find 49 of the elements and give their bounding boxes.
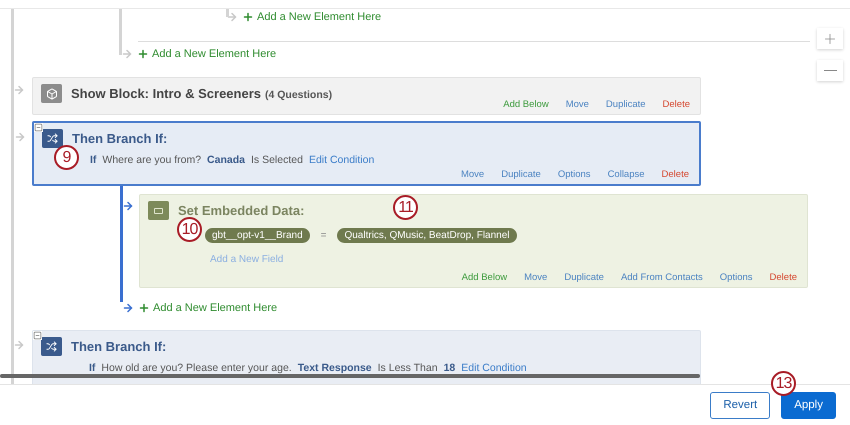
cube-icon [41,84,62,103]
action-link[interactable]: Options [558,169,591,180]
add-element-link[interactable]: Add a New Element Here [138,302,278,314]
edit-condition-link[interactable]: Edit Condition [308,154,374,166]
action-link[interactable]: Add From Contacts [620,272,703,283]
zoom-in-button[interactable] [817,28,843,49]
branch-condition: If Where are you from? Canada Is Selected Edit Condition [90,154,376,166]
minus-icon [824,70,836,72]
edit-condition-link[interactable]: Edit Condition [461,362,527,374]
action-link[interactable]: Duplicate [606,99,646,110]
collapse-toggle-icon[interactable] [33,331,42,340]
action-link[interactable]: Move [524,272,548,283]
action-link[interactable]: Collapse [608,169,645,180]
embedded-data-icon [148,201,169,220]
revert-button[interactable]: Revert [710,392,770,418]
add-below-link[interactable]: Add Below [503,99,549,110]
field-value-tag[interactable]: Qualtrics, QMusic, BeatDrop, Flannel [337,228,517,243]
collapse-toggle-icon[interactable] [34,123,43,132]
connector-arrow-icon [122,302,134,314]
block-title: Show Block: Intro & Screeners (4 Questions) [71,86,332,101]
step-number: 13 [771,371,796,396]
add-element-link[interactable]: Add a New Element Here [137,48,276,60]
field-name-tag[interactable]: gbt__opt-v1__Brand [205,228,310,243]
add-element-link[interactable]: Add a New Element Here [242,11,382,23]
apply-button[interactable]: Apply [781,392,836,418]
zoom-out-button[interactable] [817,60,843,81]
delete-link[interactable]: Delete [662,169,689,180]
branch-condition: If How old are you? Please enter your age. Text Response Is Less Than 18 Edit Condition [89,362,528,374]
action-link[interactable]: Duplicate [564,272,604,283]
element-title: Then Branch If: [71,339,166,354]
branch-icon [41,337,62,356]
operator: = [320,230,326,241]
element-title: Set Embedded Data: [178,203,304,218]
delete-link[interactable]: Delete [770,272,797,283]
element-title: Then Branch If: [72,131,168,146]
branch-icon [42,129,63,148]
add-field-link[interactable]: Add a New Field [210,254,797,265]
plus-icon [137,48,149,60]
delete-link[interactable]: Delete [662,99,690,110]
add-below-link[interactable]: Add Below [462,272,508,283]
connector-arrow-icon [226,11,238,23]
plus-icon [138,302,150,314]
action-link[interactable]: Options [720,272,753,283]
scrollbar[interactable] [0,374,700,378]
action-link[interactable]: Move [460,169,484,180]
action-link[interactable]: Duplicate [501,169,541,180]
action-link[interactable]: Move [566,99,589,110]
connector-arrow-icon [14,131,26,143]
plus-icon [242,11,254,23]
